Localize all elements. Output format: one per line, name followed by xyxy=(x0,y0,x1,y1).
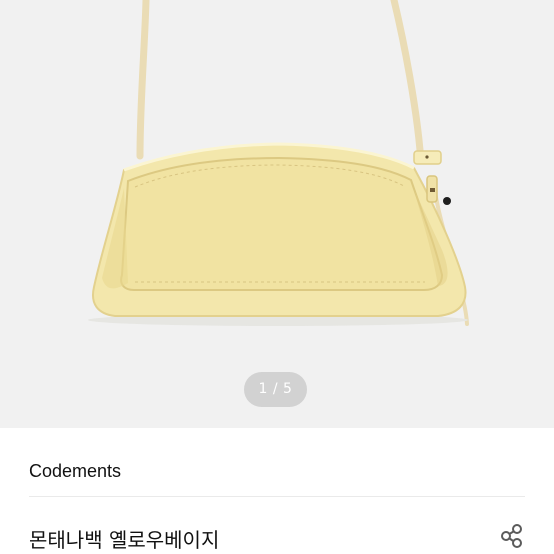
product-title: 몬태나백 옐로우베이지 xyxy=(29,528,220,552)
image-page-indicator: 1 / 5 xyxy=(244,372,307,407)
product-image xyxy=(88,0,469,326)
share-icon xyxy=(501,524,522,548)
section-divider xyxy=(29,496,525,497)
share-button[interactable] xyxy=(496,521,526,551)
product-page: 1 / 5 Codements 몬태나백 옐로우베이지 xyxy=(0,0,554,554)
brand-name[interactable]: Codements xyxy=(29,461,121,482)
product-image-gallery[interactable]: 1 / 5 xyxy=(0,0,554,428)
